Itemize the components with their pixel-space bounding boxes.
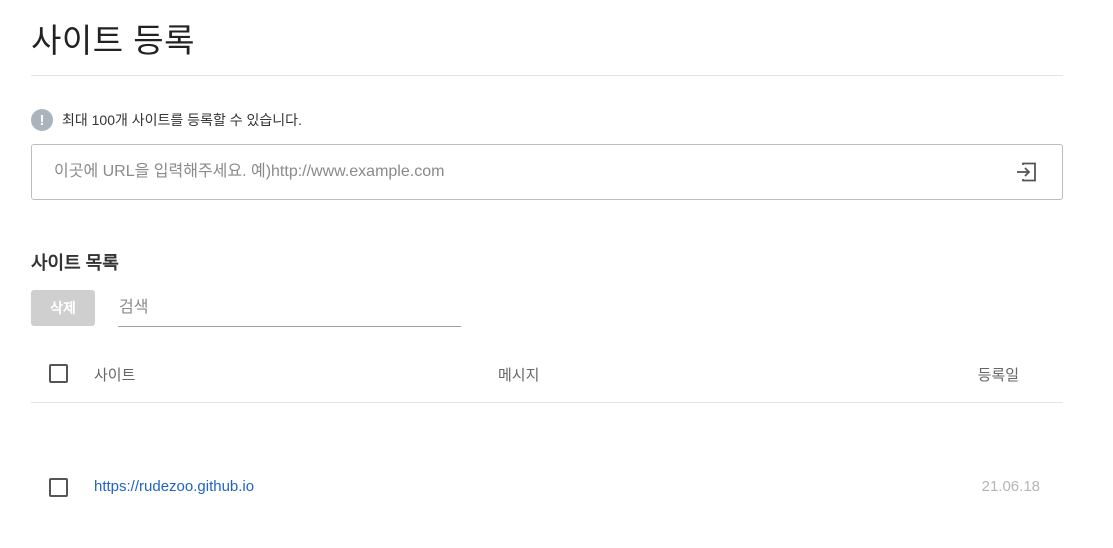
site-table: 사이트 메시지 등록일 https://rudezoo.github.io 21… <box>31 346 1063 497</box>
url-input-box <box>31 144 1063 200</box>
login-arrow-icon[interactable] <box>1014 160 1038 184</box>
site-link[interactable]: https://rudezoo.github.io <box>94 478 254 495</box>
delete-button[interactable]: 삭제 <box>31 290 95 326</box>
notice: ! 최대 100개 사이트를 등록할 수 있습니다. <box>31 108 302 132</box>
info-exclamation-icon: ! <box>31 109 53 131</box>
search-input[interactable] <box>118 290 461 327</box>
table-header: 사이트 메시지 등록일 <box>31 346 1063 403</box>
column-header-message: 메시지 <box>498 367 540 384</box>
row-checkbox[interactable] <box>49 478 68 497</box>
url-input[interactable] <box>32 145 1004 199</box>
site-registration-page: 사이트 등록 ! 최대 100개 사이트를 등록할 수 있습니다. 사이트 목록… <box>0 0 1113 548</box>
site-list-title: 사이트 목록 <box>31 253 119 273</box>
select-all-checkbox[interactable] <box>49 364 68 383</box>
row-date: 21.06.18 <box>981 478 1040 495</box>
notice-text: 최대 100개 사이트를 등록할 수 있습니다. <box>62 112 302 128</box>
column-header-site: 사이트 <box>94 367 136 384</box>
table-row: https://rudezoo.github.io 21.06.18 <box>31 403 1063 497</box>
page-title: 사이트 등록 <box>31 22 195 59</box>
title-divider <box>31 75 1063 76</box>
column-header-date: 등록일 <box>977 367 1019 384</box>
